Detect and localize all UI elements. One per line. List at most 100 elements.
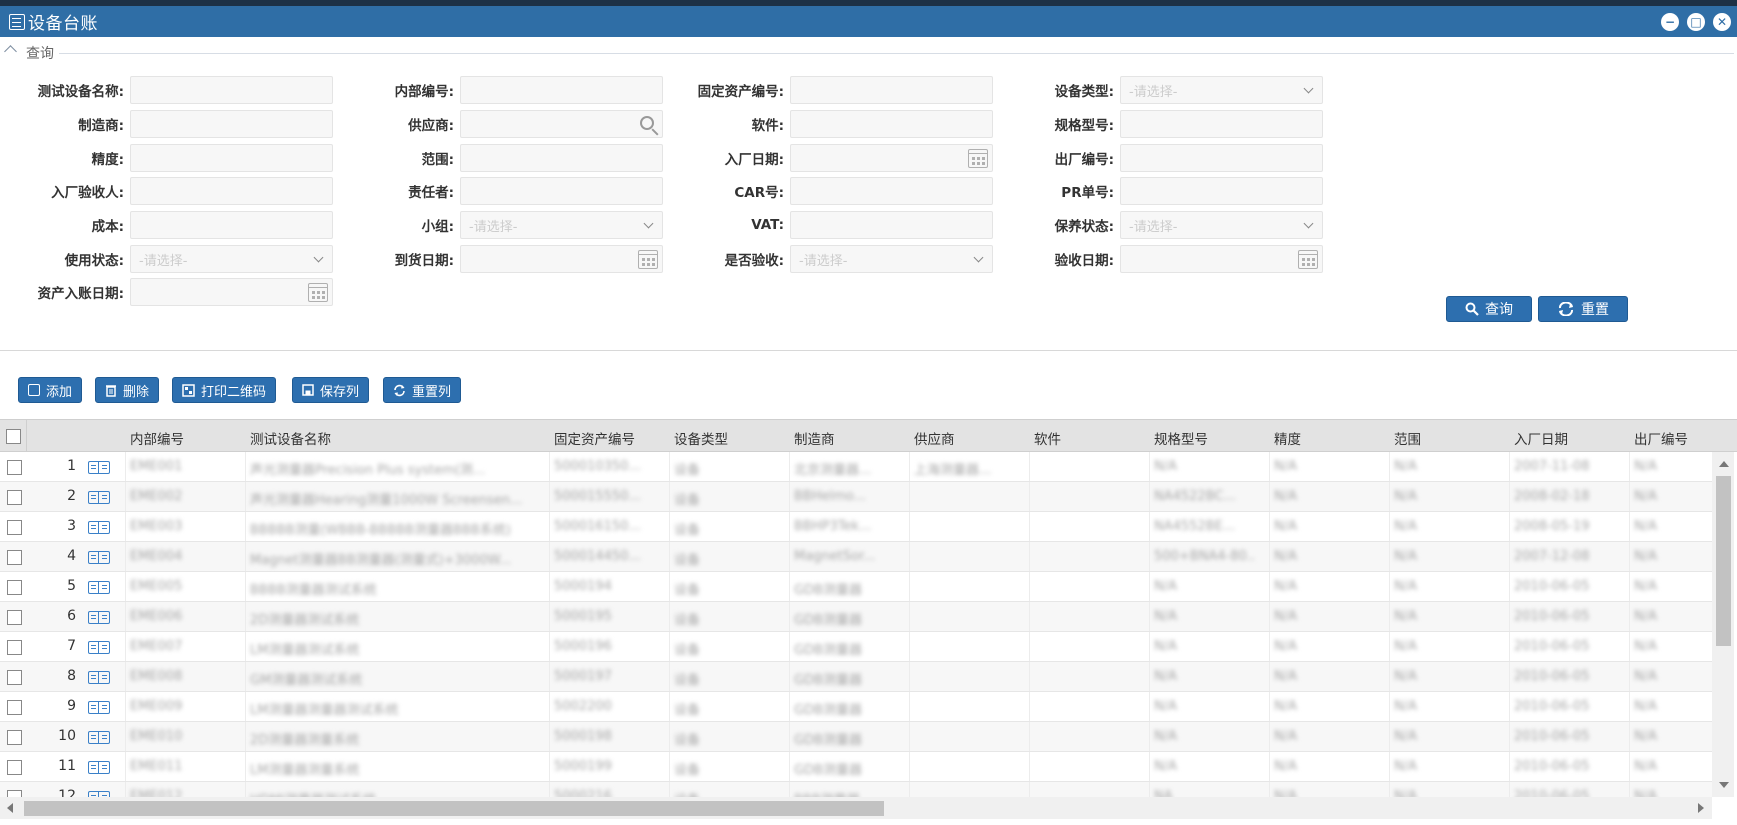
text-input[interactable] — [130, 144, 333, 172]
detail-book-icon[interactable] — [88, 731, 110, 744]
calendar-icon[interactable] — [1298, 250, 1318, 269]
chevron-down-icon[interactable] — [1303, 83, 1314, 94]
column-header[interactable]: 软件 — [1034, 428, 1061, 448]
column-header[interactable]: 范围 — [1394, 428, 1421, 448]
table-row[interactable]: 8 EME008 GM测量器测试系统 5000197 设备 GDB测量器 N/A N/A N/A… — [0, 662, 1712, 692]
text-input[interactable] — [1120, 177, 1323, 205]
horizontal-scroll-thumb[interactable] — [24, 801, 884, 816]
row-checkbox[interactable] — [7, 490, 22, 505]
text-input[interactable] — [790, 177, 993, 205]
maximize-button[interactable]: □ — [1687, 13, 1705, 31]
select-all-checkbox[interactable] — [6, 429, 21, 444]
close-button[interactable]: ✕ — [1713, 13, 1731, 31]
calendar-icon[interactable] — [308, 283, 328, 302]
column-header[interactable]: 供应商 — [914, 428, 955, 448]
text-input[interactable] — [130, 110, 333, 138]
table-row[interactable]: 1 EME001 声光测量器Precision Plus system(测... 50… — [0, 452, 1712, 482]
column-header[interactable]: 制造商 — [794, 428, 835, 448]
date-field[interactable] — [790, 144, 993, 172]
row-checkbox[interactable] — [7, 610, 22, 625]
row-checkbox[interactable] — [7, 760, 22, 775]
row-checkbox[interactable] — [7, 550, 22, 565]
table-row[interactable]: 4 EME004 Magnet测量器BB测量器(测量式)+3000W... 50001… — [0, 542, 1712, 572]
search-button[interactable]: 查询 — [1446, 296, 1532, 322]
detail-book-icon[interactable] — [88, 701, 110, 714]
row-checkbox[interactable] — [7, 580, 22, 595]
date-field[interactable] — [130, 278, 333, 306]
text-input[interactable] — [130, 177, 333, 205]
detail-book-icon[interactable] — [88, 671, 110, 684]
row-checkbox[interactable] — [7, 790, 22, 797]
detail-book-icon[interactable] — [88, 581, 110, 594]
date-field[interactable] — [1120, 245, 1323, 273]
row-checkbox[interactable] — [7, 670, 22, 685]
column-header[interactable]: 测试设备名称 — [250, 428, 331, 448]
detail-book-icon[interactable] — [88, 641, 110, 654]
scroll-left-icon[interactable] — [7, 803, 13, 813]
table-row[interactable]: 11 EME011 LM测量器测量系统 5000199 设备 GDB测量器 N/A N/A N/… — [0, 752, 1712, 782]
text-input[interactable] — [130, 76, 333, 104]
column-header[interactable]: 出厂编号 — [1634, 428, 1688, 448]
text-input[interactable] — [790, 211, 993, 239]
column-header[interactable]: 精度 — [1274, 428, 1301, 448]
lookup-field[interactable] — [460, 110, 663, 138]
save-columns-button[interactable]: 保存列 — [292, 377, 370, 403]
row-checkbox[interactable] — [7, 520, 22, 535]
column-header[interactable]: 内部编号 — [130, 428, 184, 448]
column-header[interactable]: 规格型号 — [1154, 428, 1208, 448]
scroll-up-icon[interactable] — [1719, 461, 1729, 467]
select-field[interactable]: -请选择- — [460, 211, 663, 239]
reset-button[interactable]: 重置 — [1538, 296, 1628, 322]
text-input[interactable] — [130, 211, 333, 239]
horizontal-scrollbar[interactable] — [0, 797, 1712, 819]
select-field[interactable]: -请选择- — [1120, 76, 1323, 104]
minimize-button[interactable]: − — [1661, 13, 1679, 31]
row-checkbox[interactable] — [7, 460, 22, 475]
table-row[interactable]: 3 EME003 BBBBB测量(WBBB-BBBBB测量器BBB系统) 500016… — [0, 512, 1712, 542]
query-section-header[interactable]: 查询 — [4, 45, 1734, 62]
detail-book-icon[interactable] — [88, 551, 110, 564]
table-cell: 5000199 — [554, 759, 612, 774]
collapse-chevron-icon[interactable] — [4, 45, 17, 58]
column-header[interactable]: 固定资产编号 — [554, 428, 635, 448]
vertical-scrollbar[interactable] — [1712, 452, 1734, 797]
table-row[interactable]: 12 EME012 HDMI测量器测试系统 5000216 设备 BBB测量器 NA N/A N… — [0, 782, 1712, 797]
table-row[interactable]: 5 EME005 BBBB测量器测试系统 5000194 设备 GDB测量器 N/A N/A N… — [0, 572, 1712, 602]
text-input[interactable] — [460, 76, 663, 104]
table-row[interactable]: 2 EME002 声光测量器Hearing测量1000W Screensen... 5… — [0, 482, 1712, 512]
table-row[interactable]: 6 EME006 2D测量器测试系统 5000195 设备 GDB测量器 N/A N/A N/A… — [0, 602, 1712, 632]
row-checkbox[interactable] — [7, 700, 22, 715]
text-input[interactable] — [790, 110, 993, 138]
text-input[interactable] — [460, 177, 663, 205]
table-row[interactable]: 7 EME007 LM测量器测试系统 5000196 设备 GDB测量器 N/A N/A N/A… — [0, 632, 1712, 662]
reset-columns-button[interactable]: 重置列 — [383, 377, 462, 403]
print-qr-button[interactable]: 打印二维码 — [172, 377, 277, 403]
add-button[interactable]: 添加 — [18, 377, 83, 403]
text-input[interactable] — [1120, 110, 1323, 138]
detail-book-icon[interactable] — [88, 761, 110, 774]
row-checkbox[interactable] — [7, 640, 22, 655]
scroll-right-icon[interactable] — [1698, 803, 1704, 813]
text-input[interactable] — [1120, 144, 1323, 172]
select-field[interactable]: -请选择- — [1120, 211, 1323, 239]
scroll-down-icon[interactable] — [1719, 782, 1729, 788]
date-field[interactable] — [460, 245, 663, 273]
table-cell: 声光测量器Precision Plus system(测... — [250, 463, 486, 478]
detail-book-icon[interactable] — [88, 611, 110, 624]
table-row[interactable]: 10 EME010 2D测量器测量系统 5000198 设备 GDB测量器 N/A N/A N/… — [0, 722, 1712, 752]
detail-book-icon[interactable] — [88, 461, 110, 474]
chevron-down-icon[interactable] — [1303, 218, 1314, 229]
vertical-scroll-thumb[interactable] — [1716, 476, 1731, 646]
detail-book-icon[interactable] — [88, 521, 110, 534]
text-input[interactable] — [460, 144, 663, 172]
select-field[interactable]: -请选择- — [130, 245, 333, 273]
text-input[interactable] — [790, 76, 993, 104]
cell-separator — [1029, 782, 1030, 797]
table-row[interactable]: 9 EME009 LM测量器测量器测试系统 5002200 设备 GDB测量器 N/A N/A… — [0, 692, 1712, 722]
row-checkbox[interactable] — [7, 730, 22, 745]
detail-book-icon[interactable] — [88, 491, 110, 504]
delete-button[interactable]: 删除 — [95, 377, 160, 403]
select-field[interactable]: -请选择- — [790, 245, 993, 273]
column-header[interactable]: 设备类型 — [674, 428, 728, 448]
column-header[interactable]: 入厂日期 — [1514, 428, 1568, 448]
